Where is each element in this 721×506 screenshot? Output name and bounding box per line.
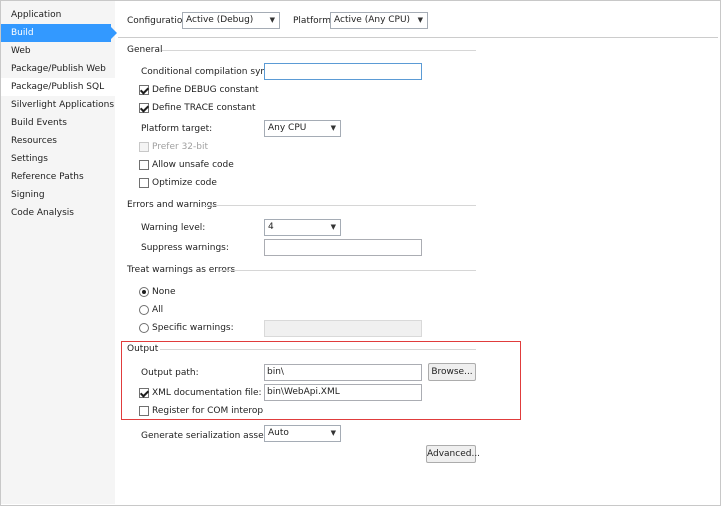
errors-section-line <box>203 205 476 206</box>
chevron-down-icon: ▼ <box>269 16 275 24</box>
allow-unsafe-checkbox[interactable] <box>139 160 149 170</box>
serialization-value: Auto <box>268 428 289 438</box>
sidebar-item-signing[interactable]: Signing <box>1 186 115 204</box>
prefer32-checkbox[interactable] <box>139 142 149 152</box>
specific-warnings-radio[interactable] <box>139 323 149 333</box>
conditional-symbols-input[interactable] <box>264 63 422 80</box>
optimize-label: Optimize code <box>152 178 217 188</box>
platform-value: Active (Any CPU) <box>334 15 411 25</box>
platform-label: Platform: <box>293 16 334 26</box>
sidebar-item-build[interactable]: Build <box>1 24 117 42</box>
specific-warnings-input[interactable] <box>264 320 422 337</box>
sidebar-item-reference-paths[interactable]: Reference Paths <box>1 168 115 186</box>
output-path-label: Output path: <box>141 368 199 378</box>
treat-warnings-section-line <box>220 270 476 271</box>
platform-target-select[interactable]: Any CPU ▼ <box>264 120 341 137</box>
suppress-warnings-input[interactable] <box>264 239 422 256</box>
configuration-value: Active (Debug) <box>186 15 254 25</box>
none-radio[interactable] <box>139 287 149 297</box>
all-label: All <box>152 305 164 315</box>
prefer32-label: Prefer 32-bit <box>152 142 209 152</box>
general-section-line <box>162 50 476 51</box>
define-trace-checkbox[interactable] <box>139 103 149 113</box>
platform-target-label: Platform target: <box>141 124 213 134</box>
allow-unsafe-label: Allow unsafe code <box>152 160 234 170</box>
sidebar-item-web[interactable]: Web <box>1 42 115 60</box>
browse-button[interactable]: Browse... <box>428 363 476 381</box>
serialization-select[interactable]: Auto ▼ <box>264 425 341 442</box>
toolbar-divider <box>118 37 718 38</box>
specific-warnings-label: Specific warnings: <box>152 323 234 333</box>
chevron-down-icon: ▼ <box>330 223 336 231</box>
xml-doc-checkbox[interactable] <box>139 388 149 398</box>
output-path-input[interactable]: bin\ <box>264 364 422 381</box>
sidebar-item-resources[interactable]: Resources <box>1 132 115 150</box>
sidebar-item-code-analysis[interactable]: Code Analysis <box>1 204 115 222</box>
sidebar-item-silverlight-applications[interactable]: Silverlight Applications <box>1 96 115 114</box>
general-section-title: General <box>127 45 163 55</box>
platform-target-value: Any CPU <box>268 123 307 133</box>
warning-level-select[interactable]: 4 ▼ <box>264 219 341 236</box>
suppress-warnings-label: Suppress warnings: <box>141 243 229 253</box>
warning-level-value: 4 <box>268 222 274 232</box>
warning-level-label: Warning level: <box>141 223 206 233</box>
sidebar-item-package-publish-web[interactable]: Package/Publish Web <box>1 60 115 78</box>
advanced-button[interactable]: Advanced... <box>426 445 480 463</box>
sidebar-item-package-publish-sql[interactable]: Package/Publish SQL <box>1 78 115 96</box>
xml-doc-input[interactable]: bin\WebApi.XML <box>264 384 422 401</box>
com-interop-checkbox[interactable] <box>139 406 149 416</box>
chevron-down-icon: ▼ <box>330 124 336 132</box>
all-radio[interactable] <box>139 305 149 315</box>
com-interop-label: Register for COM interop <box>152 406 264 416</box>
optimize-checkbox[interactable] <box>139 178 149 188</box>
chevron-down-icon: ▼ <box>417 16 423 24</box>
define-trace-label: Define TRACE constant <box>152 103 256 113</box>
sidebar-item-settings[interactable]: Settings <box>1 150 115 168</box>
output-section-title: Output <box>127 344 159 354</box>
xml-doc-label: XML documentation file: <box>152 388 262 398</box>
sidebar-item-build-events[interactable]: Build Events <box>1 114 115 132</box>
define-debug-checkbox[interactable] <box>139 85 149 95</box>
platform-select[interactable]: Active (Any CPU) ▼ <box>330 12 428 29</box>
sidebar: Application Build Web Package/Publish We… <box>1 1 117 504</box>
define-debug-label: Define DEBUG constant <box>152 85 259 95</box>
configuration-select[interactable]: Active (Debug) ▼ <box>182 12 280 29</box>
none-label: None <box>152 287 176 297</box>
sidebar-item-application[interactable]: Application <box>1 6 115 24</box>
chevron-down-icon: ▼ <box>330 429 336 437</box>
output-section-line <box>160 349 476 350</box>
